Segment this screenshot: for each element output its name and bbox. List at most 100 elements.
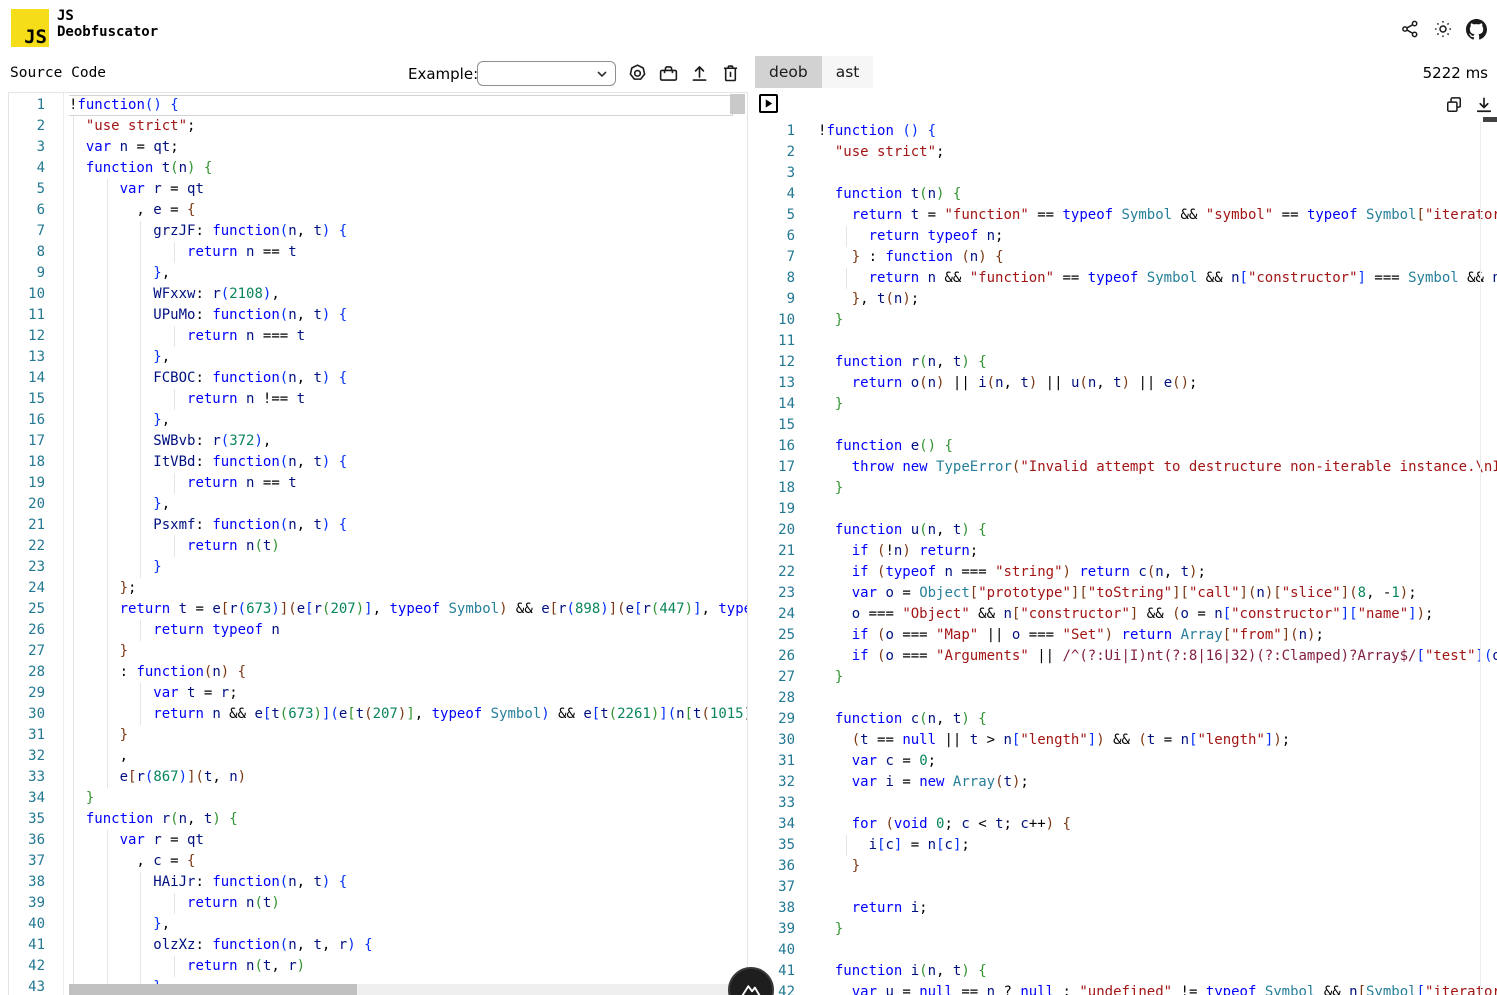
code-line[interactable]: var r = qt (69, 830, 747, 851)
code-line[interactable]: function c(n, t) { (818, 709, 1497, 730)
code-line[interactable]: if (o === "Arguments" || /^(?:Ui|I)nt(?:… (818, 646, 1497, 667)
code-line[interactable]: ItVBd: function(n, t) { (69, 452, 747, 473)
code-line[interactable]: function r(n, t) { (69, 809, 747, 830)
code-line[interactable]: i[c] = n[c]; (818, 835, 1497, 856)
code-line[interactable]: if (typeof n === "string") return c(n, t… (818, 562, 1497, 583)
code-line[interactable] (818, 331, 1497, 352)
theme-toggle-icon[interactable] (1432, 18, 1454, 40)
code-line[interactable]: FCBOC: function(n, t) { (69, 368, 747, 389)
code-line[interactable]: return o(n) || i(n, t) || u(n, t) || e()… (818, 373, 1497, 394)
source-code-editor[interactable]: 1234567891011121314151617181920212223242… (8, 92, 748, 995)
code-line[interactable]: return typeof n (69, 620, 747, 641)
code-line[interactable]: return n(t) (69, 536, 747, 557)
code-line[interactable]: return n == t (69, 473, 747, 494)
code-line[interactable]: }; (69, 578, 747, 599)
code-line[interactable]: function t(n) { (818, 184, 1497, 205)
code-line[interactable]: function r(n, t) { (818, 352, 1497, 373)
code-line[interactable]: return typeof n; (818, 226, 1497, 247)
trash-icon[interactable] (720, 61, 741, 86)
code-line[interactable]: } (69, 788, 747, 809)
code-line[interactable]: return n !== t (69, 389, 747, 410)
github-icon[interactable] (1465, 18, 1487, 40)
code-line[interactable]: } (818, 667, 1497, 688)
code-line[interactable]: return n === t (69, 326, 747, 347)
code-line[interactable]: !function() { (69, 95, 747, 116)
toolbox-icon[interactable] (658, 61, 679, 86)
code-line[interactable]: o === "Object" && n["constructor"] && (o… (818, 604, 1497, 625)
code-line[interactable]: SWBvb: r(372), (69, 431, 747, 452)
code-line[interactable]: for (void 0; c < t; c++) { (818, 814, 1497, 835)
code-line[interactable]: } (69, 641, 747, 662)
code-line[interactable] (818, 688, 1497, 709)
left-editor-code[interactable]: !function() { "use strict"; var n = qt; … (69, 93, 747, 995)
code-line[interactable]: } (818, 310, 1497, 331)
code-line[interactable]: HAiJr: function(n, t) { (69, 872, 747, 893)
code-line[interactable]: return n(t) (69, 893, 747, 914)
upload-icon[interactable] (689, 61, 710, 86)
code-line[interactable]: } (818, 856, 1497, 877)
right-scrollbar-thumb[interactable] (1483, 117, 1497, 122)
code-line[interactable]: grzJF: function(n, t) { (69, 221, 747, 242)
code-line[interactable] (818, 415, 1497, 436)
code-line[interactable]: return t = e[r(673)](e[r(207)], typeof S… (69, 599, 747, 620)
code-line[interactable]: } : function (n) { (818, 247, 1497, 268)
code-line[interactable]: "use strict"; (818, 142, 1497, 163)
code-line[interactable]: }, (69, 263, 747, 284)
code-line[interactable]: , (69, 746, 747, 767)
code-line[interactable]: return n && "function" == typeof Symbol … (818, 268, 1497, 289)
share-icon[interactable] (1399, 18, 1421, 40)
code-line[interactable]: var o = Object["prototype"]["toString"][… (818, 583, 1497, 604)
settings-icon[interactable] (627, 61, 648, 86)
code-line[interactable]: return n(t, r) (69, 956, 747, 977)
code-line[interactable] (818, 163, 1497, 184)
code-line[interactable]: var c = 0; (818, 751, 1497, 772)
code-line[interactable] (818, 793, 1497, 814)
code-line[interactable]: var t = r; (69, 683, 747, 704)
code-line[interactable]: olzXz: function(n, t, r) { (69, 935, 747, 956)
code-line[interactable]: } (818, 394, 1497, 415)
code-line[interactable]: var n = qt; (69, 137, 747, 158)
code-line[interactable]: UPuMo: function(n, t) { (69, 305, 747, 326)
code-line[interactable]: function i(n, t) { (818, 961, 1497, 982)
deobfuscated-output-editor[interactable]: 1234567891011121314151617181920212223242… (758, 92, 1497, 995)
code-line[interactable]: }, (69, 914, 747, 935)
code-line[interactable]: } (69, 557, 747, 578)
left-horizontal-scrollbar[interactable] (69, 984, 747, 995)
code-line[interactable]: function t(n) { (69, 158, 747, 179)
code-line[interactable] (818, 877, 1497, 898)
code-line[interactable]: return n == t (69, 242, 747, 263)
code-line[interactable]: throw new TypeError("Invalid attempt to … (818, 457, 1497, 478)
code-line[interactable]: , e = { (69, 200, 747, 221)
code-line[interactable]: : function(n) { (69, 662, 747, 683)
tab-deob[interactable]: deob (755, 56, 822, 88)
left-horizontal-scrollbar-thumb[interactable] (69, 984, 357, 995)
code-line[interactable]: } (818, 919, 1497, 940)
code-line[interactable]: }, (69, 410, 747, 431)
code-line[interactable]: if (o === "Map" || o === "Set") return A… (818, 625, 1497, 646)
code-line[interactable]: !function () { (818, 121, 1497, 142)
code-line[interactable]: Psxmf: function(n, t) { (69, 515, 747, 536)
code-line[interactable] (818, 499, 1497, 520)
left-vertical-scrollbar-thumb[interactable] (730, 94, 745, 114)
code-line[interactable]: "use strict"; (69, 116, 747, 137)
tab-ast[interactable]: ast (822, 56, 874, 88)
code-line[interactable]: return n && e[t(673)](e[t(207)], typeof … (69, 704, 747, 725)
code-line[interactable]: e[r(867)](t, n) (69, 767, 747, 788)
code-line[interactable]: }, (69, 347, 747, 368)
code-line[interactable]: function u(n, t) { (818, 520, 1497, 541)
code-line[interactable]: , c = { (69, 851, 747, 872)
example-select[interactable] (477, 61, 616, 86)
right-editor-code[interactable]: !function () { "use strict"; function t(… (818, 92, 1497, 995)
code-line[interactable]: var r = qt (69, 179, 747, 200)
code-line[interactable]: return t = "function" == typeof Symbol &… (818, 205, 1497, 226)
code-line[interactable]: } (818, 478, 1497, 499)
code-line[interactable]: var i = new Array(t); (818, 772, 1497, 793)
code-line[interactable]: return i; (818, 898, 1497, 919)
code-line[interactable]: (t == null || t > n["length"]) && (t = n… (818, 730, 1497, 751)
code-line[interactable]: if (!n) return; (818, 541, 1497, 562)
code-line[interactable]: } (69, 725, 747, 746)
code-line[interactable] (818, 940, 1497, 961)
code-line[interactable]: }, t(n); (818, 289, 1497, 310)
code-line[interactable]: }, (69, 494, 747, 515)
code-line[interactable]: var u = null == n ? null : "undefined" !… (818, 982, 1497, 995)
